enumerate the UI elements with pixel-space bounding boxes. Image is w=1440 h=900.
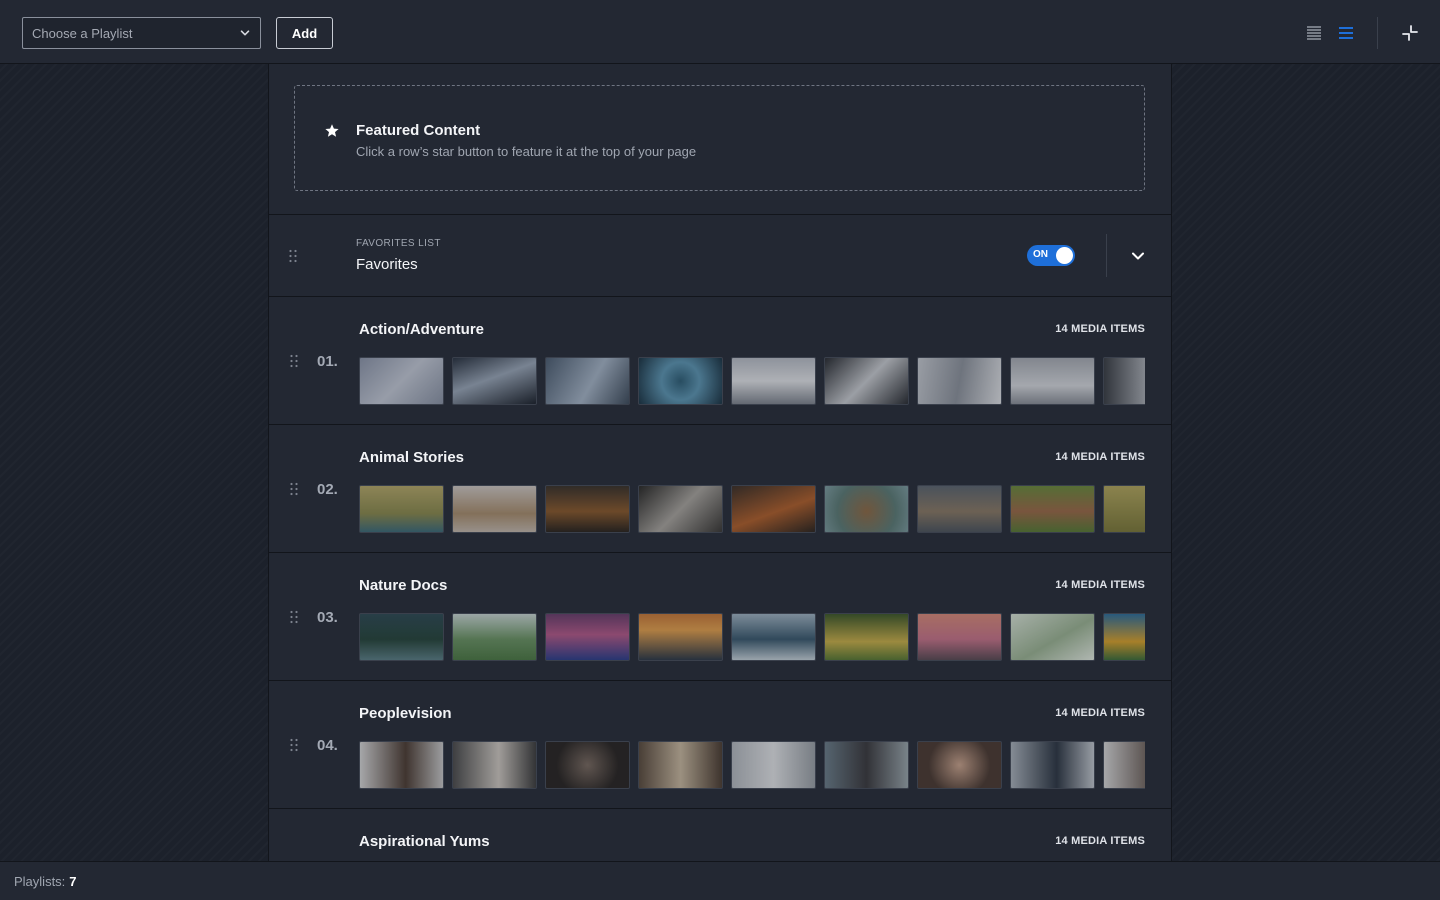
playlist-row[interactable]: 03. Nature Docs 14 MEDIA ITEMS — [269, 553, 1171, 681]
media-thumbnail[interactable] — [1010, 357, 1095, 405]
drag-handle-icon[interactable] — [289, 354, 299, 368]
media-thumbnail[interactable] — [824, 613, 909, 661]
media-thumbnail[interactable] — [1010, 741, 1095, 789]
media-thumbnails — [359, 741, 1145, 789]
favorites-toggle[interactable]: ON — [1027, 245, 1075, 266]
featured-content-dropzone: Featured Content Click a row’s star butt… — [294, 85, 1145, 191]
list-view-icon[interactable] — [1338, 25, 1354, 41]
playlist-title: Nature Docs — [359, 577, 448, 594]
media-thumbnail[interactable] — [452, 613, 537, 661]
playlist-number: 04. — [317, 737, 338, 754]
playlists-count-label: Playlists: — [14, 873, 66, 889]
media-thumbnail[interactable] — [359, 741, 444, 789]
favorites-row: FAVORITES LIST Favorites ON — [269, 215, 1171, 296]
media-thumbnail[interactable] — [731, 741, 816, 789]
playlists-count-value: 7 — [69, 873, 77, 889]
toggle-label: ON — [1033, 249, 1048, 260]
playlist-number: 02. — [317, 481, 338, 498]
favorites-list-label: FAVORITES LIST — [356, 238, 441, 249]
playlist-select-value: Choose a Playlist — [32, 25, 133, 41]
media-thumbnail[interactable] — [731, 485, 816, 533]
chevron-down-icon — [240, 30, 250, 36]
drag-handle-icon[interactable] — [289, 738, 299, 752]
media-thumbnails — [359, 357, 1145, 405]
media-count: 14 MEDIA ITEMS — [1055, 579, 1145, 591]
playlist-title: Aspirational Yums — [359, 833, 490, 850]
media-thumbnail[interactable] — [1103, 357, 1145, 405]
media-thumbnail[interactable] — [452, 357, 537, 405]
media-thumbnail[interactable] — [917, 613, 1002, 661]
media-thumbnail[interactable] — [1010, 613, 1095, 661]
playlist-title: Action/Adventure — [359, 321, 485, 338]
playlist-row[interactable]: 05.Aspirational Yums14 MEDIA ITEMS — [269, 809, 1171, 861]
media-thumbnail[interactable] — [824, 741, 909, 789]
playlist-row[interactable]: 04. Peoplevision 14 MEDIA ITEMS — [269, 681, 1171, 809]
media-thumbnail[interactable] — [638, 741, 723, 789]
favorites-name: Favorites — [356, 256, 418, 273]
top-toolbar: Choose a Playlist Add — [0, 0, 1440, 64]
add-button[interactable]: Add — [276, 17, 333, 49]
media-thumbnail[interactable] — [731, 613, 816, 661]
media-thumbnail[interactable] — [1010, 485, 1095, 533]
media-count: 14 MEDIA ITEMS — [1055, 835, 1145, 847]
media-thumbnail[interactable] — [917, 485, 1002, 533]
featured-title: Featured Content — [356, 122, 481, 139]
drag-handle-icon[interactable] — [289, 482, 299, 496]
playlist-row[interactable]: 02. Animal Stories 14 MEDIA ITEMS — [269, 425, 1171, 553]
playlist-number: 03. — [317, 609, 338, 626]
status-bar: Playlists: 7 — [0, 861, 1440, 900]
drag-handle-icon[interactable] — [289, 610, 299, 624]
media-thumbnail[interactable] — [638, 357, 723, 405]
media-thumbnail[interactable] — [824, 485, 909, 533]
media-count: 14 MEDIA ITEMS — [1055, 707, 1145, 719]
media-thumbnail[interactable] — [359, 485, 444, 533]
toggle-knob — [1056, 247, 1073, 264]
playlist-title: Animal Stories — [359, 449, 465, 466]
media-thumbnail[interactable] — [824, 357, 909, 405]
media-thumbnail[interactable] — [452, 741, 537, 789]
media-count: 14 MEDIA ITEMS — [1055, 323, 1145, 335]
media-thumbnail[interactable] — [545, 741, 630, 789]
media-thumbnail[interactable] — [638, 485, 723, 533]
media-thumbnail[interactable] — [917, 357, 1002, 405]
media-thumbnail[interactable] — [359, 357, 444, 405]
media-thumbnail[interactable] — [1103, 485, 1145, 533]
star-icon — [325, 124, 339, 137]
toolbar-divider — [1377, 17, 1378, 49]
media-thumbnails — [359, 485, 1145, 533]
chevron-down-icon[interactable] — [1130, 248, 1146, 264]
media-thumbnail[interactable] — [638, 613, 723, 661]
playlist-number: 01. — [317, 353, 338, 370]
compact-list-view-icon[interactable] — [1306, 25, 1322, 41]
media-thumbnail[interactable] — [917, 741, 1002, 789]
collapse-icon[interactable] — [1401, 24, 1419, 42]
media-thumbnail[interactable] — [1103, 741, 1145, 789]
playlist-editor: Featured Content Click a row’s star butt… — [268, 64, 1172, 861]
vertical-divider — [1106, 234, 1107, 277]
playlist-row[interactable]: 01. Action/Adventure 14 MEDIA ITEMS — [269, 297, 1171, 425]
playlist-select[interactable]: Choose a Playlist — [22, 17, 261, 49]
media-count: 14 MEDIA ITEMS — [1055, 451, 1145, 463]
media-thumbnail[interactable] — [545, 357, 630, 405]
drag-handle-icon[interactable] — [288, 249, 298, 263]
media-thumbnails — [359, 613, 1145, 661]
media-thumbnail[interactable] — [359, 613, 444, 661]
media-thumbnail[interactable] — [545, 613, 630, 661]
featured-subtitle: Click a row’s star button to feature it … — [356, 144, 697, 159]
media-thumbnail[interactable] — [452, 485, 537, 533]
media-thumbnail[interactable] — [545, 485, 630, 533]
media-thumbnail[interactable] — [731, 357, 816, 405]
playlist-title: Peoplevision — [359, 705, 452, 722]
media-thumbnail[interactable] — [1103, 613, 1145, 661]
